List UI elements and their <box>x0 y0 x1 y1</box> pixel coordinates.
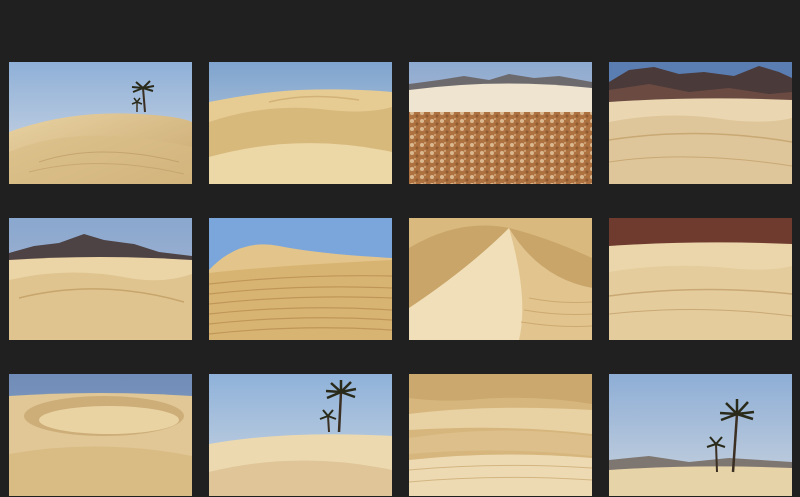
rippled-dune-image <box>209 218 392 340</box>
photo-thumbnail-8[interactable] <box>609 218 792 340</box>
photo-thumbnail-11[interactable] <box>409 374 592 496</box>
photo-thumbnail-6[interactable] <box>209 218 392 340</box>
photo-thumbnail-5[interactable] <box>9 218 192 340</box>
palm-oasis-image <box>609 374 792 496</box>
dune-bowl-image <box>9 374 192 496</box>
photo-thumbnail-9[interactable] <box>9 374 192 496</box>
photo-gallery <box>0 0 800 497</box>
photo-thumbnail-3[interactable] <box>409 62 592 184</box>
shaded-dune-ridge-image <box>409 218 592 340</box>
photo-thumbnail-4[interactable] <box>609 62 792 184</box>
photo-thumbnail-7[interactable] <box>409 218 592 340</box>
photo-thumbnail-1[interactable] <box>9 62 192 184</box>
dunes-palm-image <box>9 62 192 184</box>
palm-on-dune-image <box>209 374 392 496</box>
dunes-mountains-image <box>9 218 192 340</box>
dunes-dark-mountains-image <box>609 62 792 184</box>
dunes-red-cliff-image <box>609 218 792 340</box>
sand-dunes-image <box>209 62 392 184</box>
rocky-desert-image <box>409 62 592 184</box>
photo-thumbnail-12[interactable] <box>609 374 792 496</box>
photo-thumbnail-10[interactable] <box>209 374 392 496</box>
layered-dunes-image <box>409 374 592 496</box>
photo-thumbnail-2[interactable] <box>209 62 392 184</box>
